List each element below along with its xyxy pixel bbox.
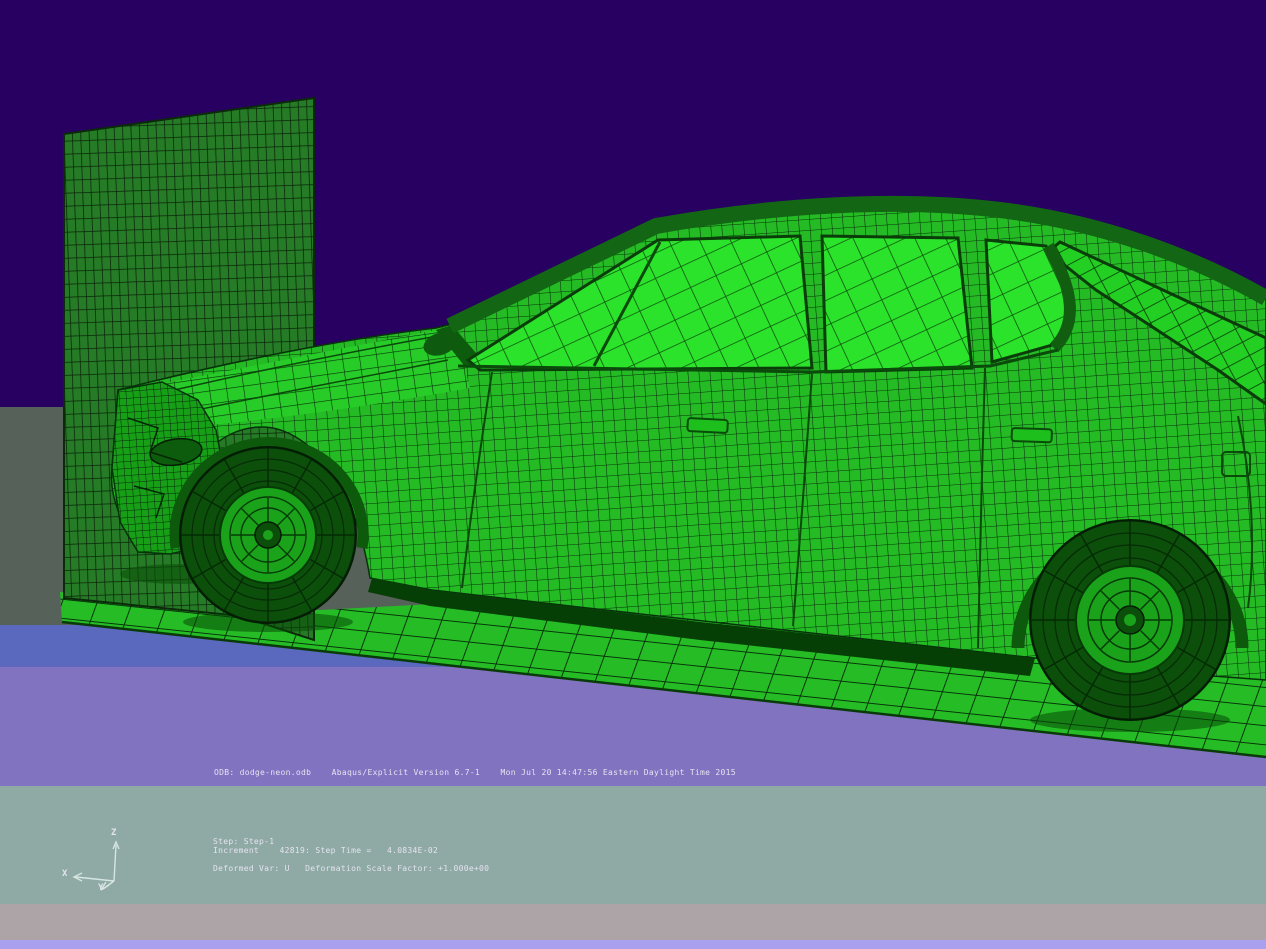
triad-x-label: X — [62, 869, 67, 879]
sage-panel-band — [0, 786, 1266, 904]
viewport-canvas[interactable] — [0, 0, 1266, 949]
front-door-handle — [687, 418, 728, 433]
triad-y-label: Y — [98, 883, 103, 893]
state-increment-line: Increment 42819: Step Time = 4.0834E-02 — [213, 846, 438, 855]
tan-strip — [0, 904, 1266, 940]
rear-door-window-glass — [822, 236, 972, 372]
abaqus-viewer-window: ODB: dodge-neon.odb Abaqus/Explicit Vers… — [0, 0, 1266, 949]
rear-wheel — [1030, 520, 1230, 720]
state-deformed-line: Deformed Var: U Deformation Scale Factor… — [213, 864, 489, 873]
odb-caption: ODB: dodge-neon.odb Abaqus/Explicit Vers… — [214, 768, 736, 777]
rear-door-handle — [1012, 428, 1052, 442]
triad-z-label: Z — [111, 828, 116, 838]
lavender-strip — [0, 940, 1266, 949]
front-wheel — [180, 447, 356, 623]
state-step-line: Step: Step-1 — [213, 837, 274, 846]
